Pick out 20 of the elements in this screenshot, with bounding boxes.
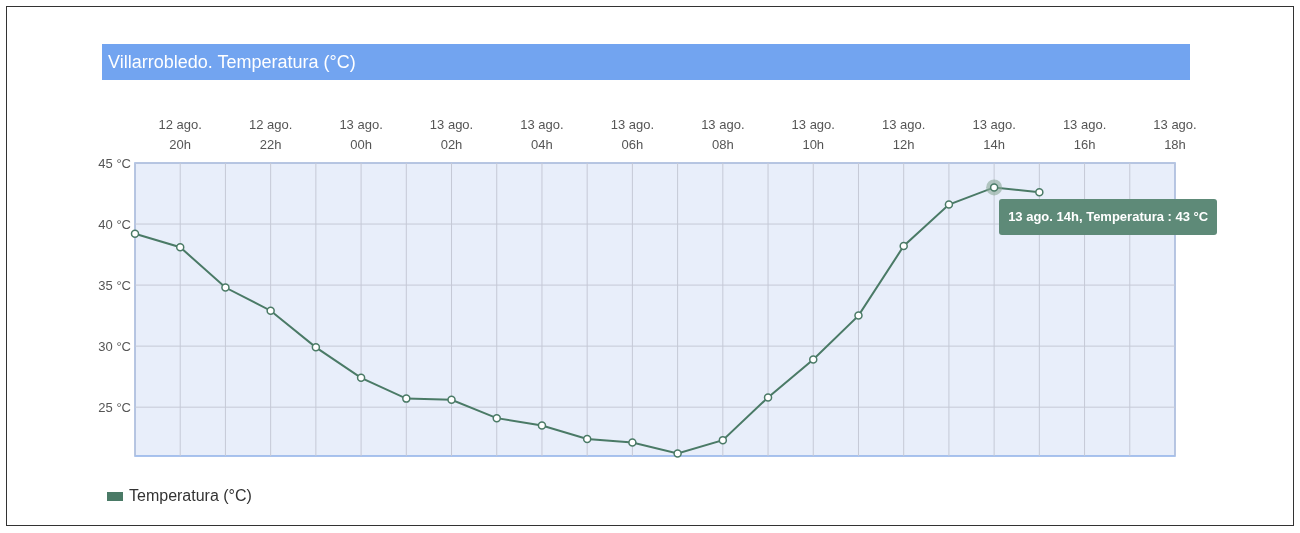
x-tick-label: 13 ago. 16h: [1062, 117, 1107, 152]
x-tick-label: 13 ago. 00h: [339, 117, 383, 152]
chart-title: Villarrobledo. Temperatura (°C): [108, 50, 356, 74]
legend-label[interactable]: Temperatura (°C): [129, 484, 252, 508]
x-tick-label: 13 ago. 08h: [701, 117, 745, 152]
x-tick-label: 12 ago. 20h: [158, 117, 202, 152]
x-tick-label: 13 ago. 06h: [610, 117, 655, 152]
y-tick-label: 40 °C: [98, 217, 131, 233]
x-tick-label: 13 ago. 12h: [882, 117, 926, 152]
y-tick-label: 35 °C: [98, 278, 131, 294]
x-tick-label: 13 ago. 04h: [520, 117, 564, 152]
y-tick-label: 45 °C: [98, 156, 131, 171]
y-tick-label: 25 °C: [98, 400, 131, 416]
y-tick-label: 30 °C: [98, 339, 131, 355]
x-tick-label: 12 ago. 22h: [248, 117, 293, 152]
x-tick-label: 13 ago. 14h: [972, 117, 1016, 152]
x-tick-label: 13 ago. 10h: [791, 117, 835, 152]
tooltip: 13 ago. 14h, Temperatura : 43 °C: [999, 199, 1218, 235]
x-tick-label: 13 ago. 18h: [1153, 117, 1197, 152]
x-tick-label: 13 ago. 02h: [429, 117, 474, 152]
